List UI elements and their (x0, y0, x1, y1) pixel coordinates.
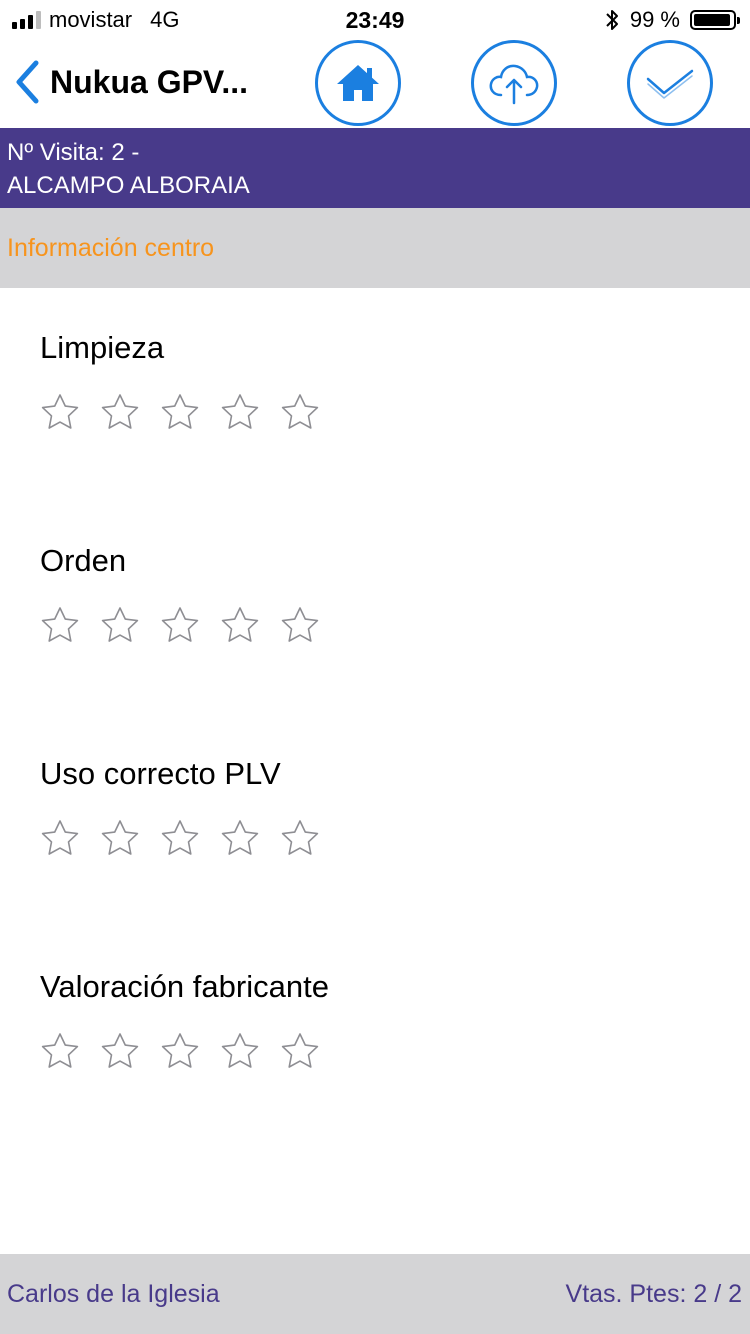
star-icon[interactable] (100, 393, 140, 433)
pending-sales: Vtas. Ptes: 2 / 2 (565, 1279, 742, 1308)
bluetooth-icon (606, 10, 618, 30)
status-bar: movistar 4G 23:49 99 % (0, 0, 750, 40)
home-button[interactable] (315, 40, 401, 126)
confirm-button[interactable] (627, 40, 713, 126)
star-icon[interactable] (160, 393, 200, 433)
cloud-upload-button[interactable] (471, 40, 557, 126)
section-title: Información centro (7, 233, 215, 262)
rating-label: Orden (40, 543, 127, 578)
clock: 23:49 (345, 6, 405, 33)
star-icon[interactable] (100, 819, 140, 859)
rating-label: Valoración fabricante (40, 969, 329, 1004)
star-icon[interactable] (280, 606, 320, 646)
star-icon[interactable] (160, 819, 200, 859)
home-icon (337, 65, 379, 101)
star-icon[interactable] (220, 819, 260, 859)
star-rating (40, 1032, 320, 1072)
rating-limpieza: Limpieza (40, 328, 710, 429)
star-rating (40, 819, 320, 859)
star-icon[interactable] (100, 606, 140, 646)
user-name: Carlos de la Iglesia (7, 1279, 220, 1308)
navigation-bar: Nukua GPV... (0, 40, 750, 128)
star-icon[interactable] (40, 1032, 80, 1072)
visit-header: Nº Visita: 2 - ALCAMPO ALBORAIA (0, 128, 750, 208)
cloud-upload-icon (489, 64, 539, 105)
star-icon[interactable] (280, 1032, 320, 1072)
rating-valoracion-fabricante: Valoración fabricante (40, 967, 710, 1068)
rating-orden: Orden (40, 541, 710, 642)
star-rating (40, 606, 320, 646)
star-icon[interactable] (280, 393, 320, 433)
page-title: Nukua GPV... (50, 63, 248, 100)
star-icon[interactable] (220, 1032, 260, 1072)
rating-uso-correcto-plv: Uso correcto PLV (40, 754, 710, 855)
battery-percent: 99 % (629, 7, 680, 32)
footer-bar: Carlos de la Iglesia Vtas. Ptes: 2 / 2 (0, 1254, 750, 1334)
back-button[interactable]: Nukua GPV... (14, 60, 248, 104)
rating-label: Uso correcto PLV (40, 756, 281, 791)
star-icon[interactable] (40, 606, 80, 646)
rating-label: Limpieza (40, 330, 165, 365)
star-icon[interactable] (220, 606, 260, 646)
star-icon[interactable] (40, 393, 80, 433)
visit-number: Nº Visita: 2 - (7, 139, 140, 166)
star-icon[interactable] (100, 1032, 140, 1072)
store-name: ALCAMPO ALBORAIA (7, 172, 250, 199)
star-icon[interactable] (160, 606, 200, 646)
star-icon[interactable] (160, 1032, 200, 1072)
battery-icon (690, 10, 740, 30)
section-header: Información centro (0, 208, 750, 288)
checkmark-icon (646, 69, 694, 99)
screen: movistar 4G 23:49 99 % Nukua GPV... Nº V… (0, 0, 750, 1334)
chevron-left-icon (16, 60, 39, 104)
status-right: 99 % (604, 0, 740, 40)
star-icon[interactable] (280, 819, 320, 859)
star-icon[interactable] (40, 819, 80, 859)
battery-fill (694, 14, 731, 26)
star-icon[interactable] (220, 393, 260, 433)
star-rating (40, 393, 320, 433)
